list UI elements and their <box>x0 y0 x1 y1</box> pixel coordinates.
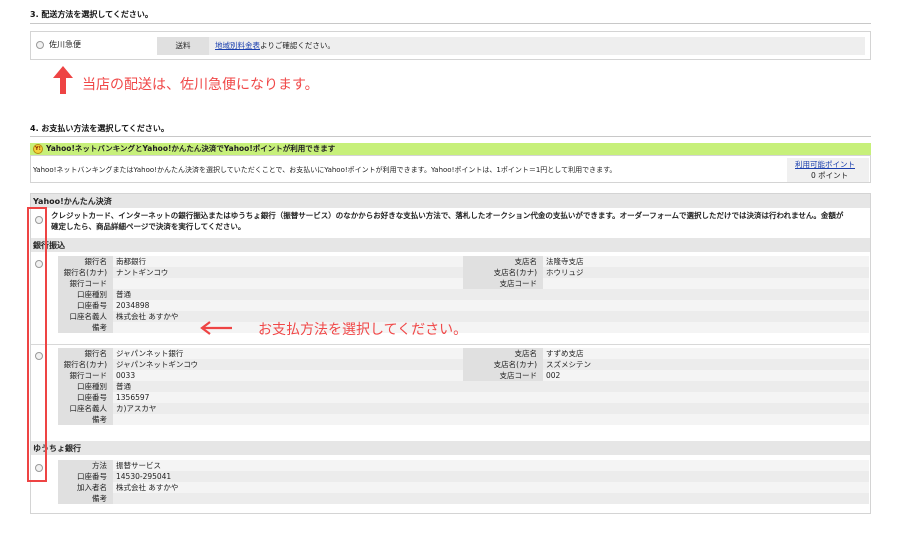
row-label: 口座種別 <box>58 381 113 392</box>
fee-suffix: よりご確認ください。 <box>260 41 335 50</box>
shipping-section-title: 3. 配送方法を選択してください。 <box>30 10 153 19</box>
row-value: 南都銀行 <box>116 257 146 266</box>
row-label: 支店名(カナ) <box>463 359 543 370</box>
row-label: 支店コード <box>463 278 543 289</box>
row-value: ジャパンネット銀行 <box>116 349 184 358</box>
row-label: 口座番号 <box>58 300 113 311</box>
row-value: 法隆寺支店 <box>546 257 584 266</box>
row-value: 株式会社 あすかや <box>116 483 179 492</box>
shipping-annotation: 当店の配送は、佐川急便になります。 <box>82 77 319 93</box>
shipping-fee-cell: 送料 地域別料金表よりご確認ください。 <box>157 37 865 55</box>
kantan-header: Yahoo!かんたん決済 <box>31 194 870 208</box>
divider <box>30 23 871 24</box>
fee-label: 送料 <box>157 37 209 55</box>
row-label: 銀行名(カナ) <box>58 359 113 370</box>
table-row: 口座種別 普通 <box>58 381 869 392</box>
row-value: ジャパンネットギンコウ <box>116 360 199 369</box>
row-value: 1356597 <box>116 393 150 402</box>
row-value: 株式会社 あすかや <box>116 312 179 321</box>
row-value: ホウリュジ <box>546 268 584 277</box>
row-label: 口座番号 <box>58 392 113 403</box>
row-label: 口座名義人 <box>58 311 113 322</box>
table-row: 口座番号 2034898 <box>58 300 869 311</box>
table-row: 銀行名(カナ) ジャパンネットギンコウ 支店名(カナ) スズメシテン <box>58 359 869 370</box>
payment-section-title: 4. お支払い方法を選択してください。 <box>30 124 169 133</box>
payment-methods-box: Yahoo!かんたん決済 クレジットカード、インターネットの銀行振込またはゆうち… <box>30 193 871 514</box>
table-row: 口座番号 14530-295041 <box>58 471 869 482</box>
shipping-radio[interactable] <box>36 41 44 49</box>
row-value: カ)アスカヤ <box>116 404 157 413</box>
table-row: 口座種別 普通 <box>58 289 869 300</box>
row-label: 口座番号 <box>58 471 113 482</box>
table-row: 銀行名 ジャパンネット銀行 支店名 すずめ支店 <box>58 348 869 359</box>
table-row: 備考 <box>58 414 869 425</box>
yahoo-desc: Yahoo!ネットバンキングまたはYahoo!かんたん決済を選択していただくこと… <box>33 166 617 174</box>
row-label: 備考 <box>58 322 113 333</box>
kantan-title: Yahoo!かんたん決済 <box>33 197 112 206</box>
row-label: 銀行コード <box>58 370 113 381</box>
divider <box>30 136 871 137</box>
row-value: スズメシテン <box>546 360 591 369</box>
row-label: 銀行コード <box>58 278 113 289</box>
table-row: 銀行コード 支店コード <box>58 278 869 289</box>
row-label: 口座名義人 <box>58 403 113 414</box>
yahoo-banner: Y! Yahoo!ネットバンキングとYahoo!かんたん決済でYahoo!ポイン… <box>30 143 871 155</box>
row-label: 支店コード <box>463 370 543 381</box>
yahoo-icon: Y! <box>33 144 43 154</box>
yahoo-banner-text: Yahoo!ネットバンキングとYahoo!かんたん決済でYahoo!ポイントが利… <box>46 144 336 153</box>
arrow-up-icon <box>53 66 73 94</box>
row-label: 備考 <box>58 414 113 425</box>
row-label: 支店名 <box>463 256 543 267</box>
row-label: 口座種別 <box>58 289 113 300</box>
row-value: 002 <box>546 371 561 380</box>
table-row: 加入者名 株式会社 あすかや <box>58 482 869 493</box>
row-label: 備考 <box>58 493 113 504</box>
row-value: 2034898 <box>116 301 150 310</box>
yucho-details: 方法 振替サービス 口座番号 14530-295041 加入者名 株式会社 あすかや … <box>58 460 869 504</box>
table-row: 備考 <box>58 493 869 504</box>
table-row: 口座名義人 カ)アスカヤ <box>58 403 869 414</box>
row-value: ナントギンコウ <box>116 268 169 277</box>
points-link[interactable]: 利用可能ポイント <box>795 159 855 170</box>
row-label: 銀行名 <box>58 348 113 359</box>
row-value: 0033 <box>116 371 136 380</box>
shipping-option-label: 佐川急便 <box>49 40 81 49</box>
table-row: 銀行名(カナ) ナントギンコウ 支店名(カナ) ホウリュジ <box>58 267 869 278</box>
fee-table-link[interactable]: 地域別料金表 <box>215 41 260 50</box>
yucho-header: ゆうちょ銀行 <box>31 441 870 455</box>
payment-annotation: お支払方法を選択してください。 <box>258 322 468 338</box>
bank-header: 銀行振込 <box>31 238 870 252</box>
row-value: 14530-295041 <box>116 472 172 481</box>
table-row: 銀行名 南都銀行 支店名 法隆寺支店 <box>58 256 869 267</box>
table-row: 方法 振替サービス <box>58 460 869 471</box>
bank-details-2: 銀行名 ジャパンネット銀行 支店名 すずめ支店 銀行名(カナ) ジャパンネットギンコウ支… <box>58 348 869 425</box>
table-row: 口座番号 1356597 <box>58 392 869 403</box>
kantan-desc-line2: 確定したら、商品詳細ページで決済を実行してください。 <box>51 222 246 231</box>
yahoo-points-box: Yahoo!ネットバンキングまたはYahoo!かんたん決済を選択していただくこと… <box>30 155 871 183</box>
kantan-desc: クレジットカード、インターネットの銀行振込またはゆうちょ銀行（振替サービス）のな… <box>51 210 869 232</box>
row-label: 銀行名 <box>58 256 113 267</box>
row-label: 支店名 <box>463 348 543 359</box>
row-label: 加入者名 <box>58 482 113 493</box>
radio-highlight-frame <box>27 207 47 482</box>
points-value: 0 ポイント <box>811 171 849 180</box>
row-value: 普通 <box>116 382 131 391</box>
row-label: 銀行名(カナ) <box>58 267 113 278</box>
arrow-left-icon <box>200 321 232 335</box>
divider <box>31 344 870 345</box>
shipping-option-box: 佐川急便 送料 地域別料金表よりご確認ください。 <box>30 31 871 60</box>
row-value: すずめ支店 <box>546 349 584 358</box>
points-cell: 利用可能ポイント 0 ポイント <box>787 158 869 182</box>
row-value: 振替サービス <box>116 461 161 470</box>
table-row: 銀行コード 0033 支店コード 002 <box>58 370 869 381</box>
row-value: 普通 <box>116 290 131 299</box>
kantan-desc-line1: クレジットカード、インターネットの銀行振込またはゆうちょ銀行（振替サービス）のな… <box>51 211 844 220</box>
row-label: 支店名(カナ) <box>463 267 543 278</box>
row-label: 方法 <box>58 460 113 471</box>
